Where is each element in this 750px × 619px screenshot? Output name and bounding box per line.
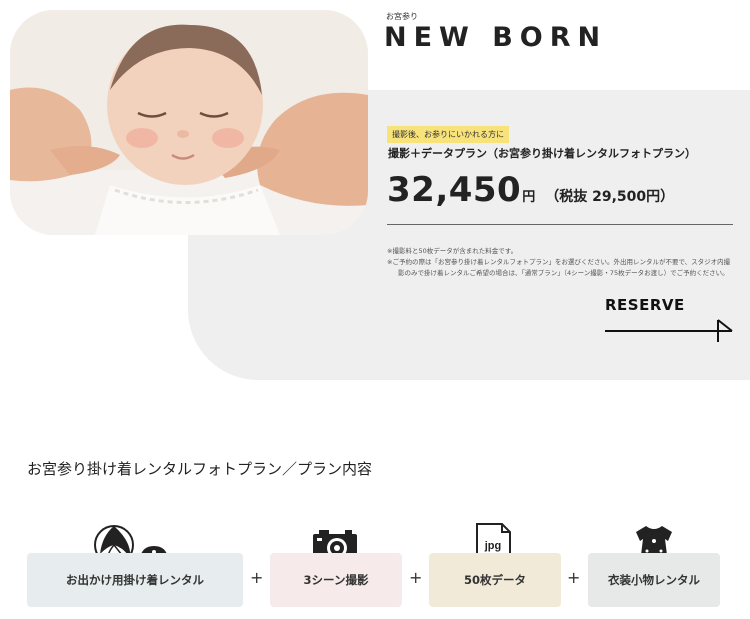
plan-name: 撮影＋データプラン（お宮参り掛け着レンタルフォトプラン） [388,147,696,160]
plus-sign: + [250,568,264,587]
reserve-button[interactable]: RESERVE [605,296,735,346]
plan-item-outing-rental: お出かけ用掛け着レンタル [27,553,243,607]
plan-notes: ※撮影料と50枚データが含まれた料金です。 ※ご予約の際は「お宮参り掛け着レンタ… [387,246,733,279]
reserve-label: RESERVE [605,296,685,314]
jpg-label: jpg [484,540,502,552]
arrow-right-icon [605,319,733,342]
plus-sign: + [567,568,581,587]
eyebrow-label: お宮参り [386,12,418,21]
plan-note: ※撮影料と50枚データが含まれた料金です。 [387,247,518,255]
plan-item-label: 50枚データ [463,573,526,587]
plan-contents-title: お宮参り掛け着レンタルフォトプラン／プラン内容 [27,460,373,478]
plus-sign: + [409,568,423,587]
plan-item-photo-scenes: 3シーン撮影 [270,553,402,607]
hero-photo [10,10,368,235]
plan-note: ※ご予約の際は「お宮参り掛け着レンタルフォトプラン」をお選びください。外出用レン… [387,258,731,277]
price-value: 32,450 [387,170,522,210]
plan-tag: 撮影後、お参りにいかれる方に [387,126,509,143]
plan-item-label: 3シーン撮影 [303,573,369,587]
divider [387,224,733,225]
plan-item-label: 衣装小物レンタル [608,573,700,587]
plan-item-label: お出かけ用掛け着レンタル [66,573,204,587]
plan-item-photo-data: 50枚データ [429,553,561,607]
page-title: NEW BORN [384,22,608,53]
price-unit: 円 [522,190,536,205]
plan-item-costume-rental: 衣装小物レンタル [588,553,720,607]
price-tax-note: （税抜 29,500円） [545,189,675,205]
price-row: 32,450 円 （税抜 29,500円） [387,170,674,210]
